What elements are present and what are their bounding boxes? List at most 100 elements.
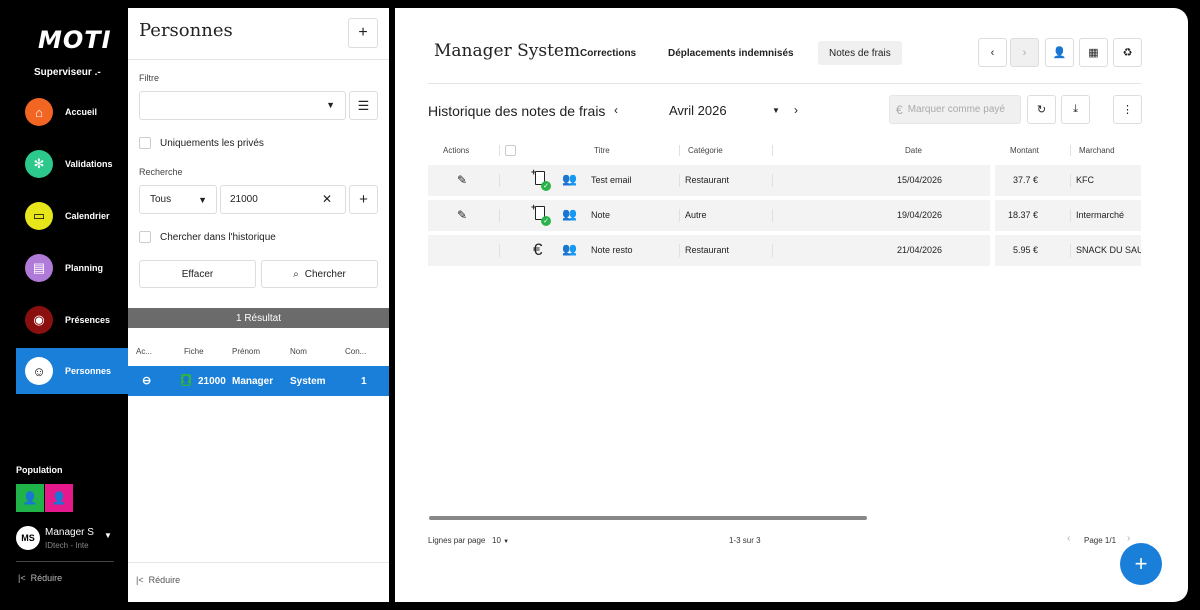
table-row[interactable]: € 👥 Note resto Restaurant 21/04/2026 5.95 € SN… xyxy=(428,235,1141,266)
scope-select[interactable]: Tous ▼ xyxy=(139,185,217,214)
search-button[interactable]: ⌕ Chercher xyxy=(261,260,378,288)
profile-button[interactable]: 👤 xyxy=(1045,38,1074,67)
more-options-button[interactable]: ⋮ xyxy=(1113,95,1142,124)
month-select[interactable]: Avril 2026 xyxy=(669,103,727,118)
population-green-button[interactable]: 👤 xyxy=(16,484,44,512)
col-divider xyxy=(1070,209,1071,222)
next-page-button[interactable]: › xyxy=(1127,533,1130,544)
filter-menu-button[interactable]: ☰ xyxy=(349,91,378,120)
table-row[interactable]: ✎ + ✓ 👥 Test email Restaurant 15/04/2026 37.7 €… xyxy=(428,165,1141,196)
col-divider xyxy=(1070,174,1071,187)
tab-deplacements[interactable]: Déplacements indemnisés xyxy=(657,41,805,65)
next-month-button[interactable]: › xyxy=(794,103,798,117)
col-header-montant[interactable]: Montant xyxy=(1010,146,1039,155)
recycle-button[interactable]: ♻ xyxy=(1113,38,1142,67)
horizontal-scrollbar[interactable] xyxy=(429,516,867,520)
chevron-right-icon: › xyxy=(1022,46,1027,59)
sidebar-reduce-button[interactable]: |< Réduire xyxy=(18,573,62,583)
clear-icon[interactable]: ✕ xyxy=(322,192,332,206)
population-pink-button[interactable]: 👤 xyxy=(45,484,73,512)
search-input[interactable]: 21000 ✕ xyxy=(220,185,346,214)
filter-select[interactable]: ▼ xyxy=(139,91,346,120)
prev-person-button[interactable]: ‹ xyxy=(978,38,1007,67)
persons-reduce-button[interactable]: |< Réduire xyxy=(136,575,180,585)
person-icon: 👤 xyxy=(22,491,38,505)
add-criteria-button[interactable]: + xyxy=(349,185,378,214)
col-header-date[interactable]: Date xyxy=(905,146,922,155)
prev-page-button[interactable]: ‹ xyxy=(1067,533,1070,544)
add-person-button[interactable]: + xyxy=(348,18,378,48)
app-frame: MOTI Superviseur .- ⌂ Accueil ✻ Validations… xyxy=(0,0,1200,610)
col-header-con[interactable]: Con... xyxy=(345,347,366,356)
sidebar-item-presences[interactable]: ◉ Présences xyxy=(16,297,128,343)
col-header-titre[interactable]: Titre xyxy=(594,146,610,155)
edit-pencil-icon[interactable]: ✎ xyxy=(457,208,467,222)
divider xyxy=(990,165,995,196)
table-row[interactable]: ✎ + ✓ 👥 Note Autre 19/04/2026 18.37 € Intermarch… xyxy=(428,200,1141,231)
rows-per-page-select[interactable]: 10 ▼ xyxy=(492,536,509,545)
caret-down-icon[interactable]: ▼ xyxy=(104,531,112,540)
euro-icon: € xyxy=(533,240,543,259)
col-header-actions[interactable]: Actions xyxy=(443,146,469,155)
col-divider xyxy=(1070,244,1071,257)
divider xyxy=(128,59,389,60)
filter-label: Filtre xyxy=(139,73,159,83)
clear-button[interactable]: Effacer xyxy=(139,260,256,288)
page-indicator: Page 1/1 xyxy=(1084,536,1117,545)
checkbox[interactable] xyxy=(139,231,151,243)
next-person-button[interactable]: › xyxy=(1010,38,1039,67)
tab-corrections[interactable]: Corrections xyxy=(569,41,647,65)
col-divider xyxy=(679,244,680,257)
link-icon[interactable]: ⊖ xyxy=(142,374,151,387)
refresh-button[interactable]: ↻ xyxy=(1027,95,1056,124)
row-montant: 37.7 € xyxy=(1013,175,1039,185)
row-titre: Note resto xyxy=(591,245,633,255)
col-header-marchand[interactable]: Marchand xyxy=(1079,146,1115,155)
person-name-title: Manager System xyxy=(434,41,581,61)
col-header-prenom[interactable]: Prénom xyxy=(232,347,260,356)
row-date: 19/04/2026 xyxy=(897,210,943,220)
download-button[interactable]: ⤓ xyxy=(1061,95,1090,124)
row-titre: Note xyxy=(591,210,611,220)
row-date: 15/04/2026 xyxy=(897,175,943,185)
prev-month-button[interactable]: ‹ xyxy=(614,103,618,117)
tab-notes-de-frais[interactable]: Notes de frais xyxy=(818,41,902,65)
col-header-nom[interactable]: Nom xyxy=(290,347,307,356)
refresh-icon: ↻ xyxy=(1036,104,1047,116)
sidebar: MOTI Superviseur .- ⌂ Accueil ✻ Validations… xyxy=(16,8,128,602)
col-header-categorie[interactable]: Catégorie xyxy=(688,146,723,155)
select-all-checkbox[interactable] xyxy=(505,145,516,156)
col-header-fiche[interactable]: Fiche xyxy=(184,347,204,356)
row-fiche: 21000 xyxy=(198,376,226,387)
role-selector[interactable]: Superviseur .- xyxy=(34,67,101,78)
divider xyxy=(16,561,114,562)
sidebar-item-planning[interactable]: ▤ Planning xyxy=(16,245,128,291)
col-divider xyxy=(679,209,680,222)
download-icon: ⤓ xyxy=(1073,103,1078,115)
chevron-right-icon: › xyxy=(1127,533,1131,544)
only-private-checkbox[interactable]: Uniquements les privés xyxy=(139,137,264,149)
checkbox[interactable] xyxy=(139,137,151,149)
people-icon: 👥 xyxy=(562,207,577,221)
caret-down-icon[interactable]: ▼ xyxy=(772,106,780,115)
persons-panel: Personnes + Filtre ▼ ☰ Uniquements les p… xyxy=(128,8,389,602)
col-divider xyxy=(772,174,773,187)
sidebar-item-personnes[interactable]: ☺ Personnes xyxy=(16,348,128,394)
mark-paid-button[interactable]: € Marquer comme payé xyxy=(889,95,1021,124)
add-expense-button[interactable]: + xyxy=(1120,543,1162,585)
more-vertical-icon: ⋮ xyxy=(1122,104,1133,116)
row-categorie: Restaurant xyxy=(685,175,730,185)
sidebar-item-calendrier[interactable]: ▭ Calendrier xyxy=(16,193,128,239)
sidebar-item-validations[interactable]: ✻ Validations xyxy=(16,141,128,187)
chevron-left-icon: ‹ xyxy=(1067,533,1071,544)
sidebar-item-accueil[interactable]: ⌂ Accueil xyxy=(16,89,128,135)
user-avatar[interactable]: MS xyxy=(16,526,40,550)
edit-pencil-icon[interactable]: ✎ xyxy=(457,173,467,187)
calculator-button[interactable]: ▦ xyxy=(1079,38,1108,67)
table-row[interactable]: ⊖ 👤 21000 Manager System 1 xyxy=(128,366,389,396)
caret-down-icon: ▼ xyxy=(326,100,335,110)
col-header-actions[interactable]: Ac... xyxy=(136,347,152,356)
history-checkbox[interactable]: Chercher dans l'historique xyxy=(139,231,276,243)
calculator-icon: ▦ xyxy=(1088,47,1099,59)
menu-icon: ☰ xyxy=(357,97,370,113)
